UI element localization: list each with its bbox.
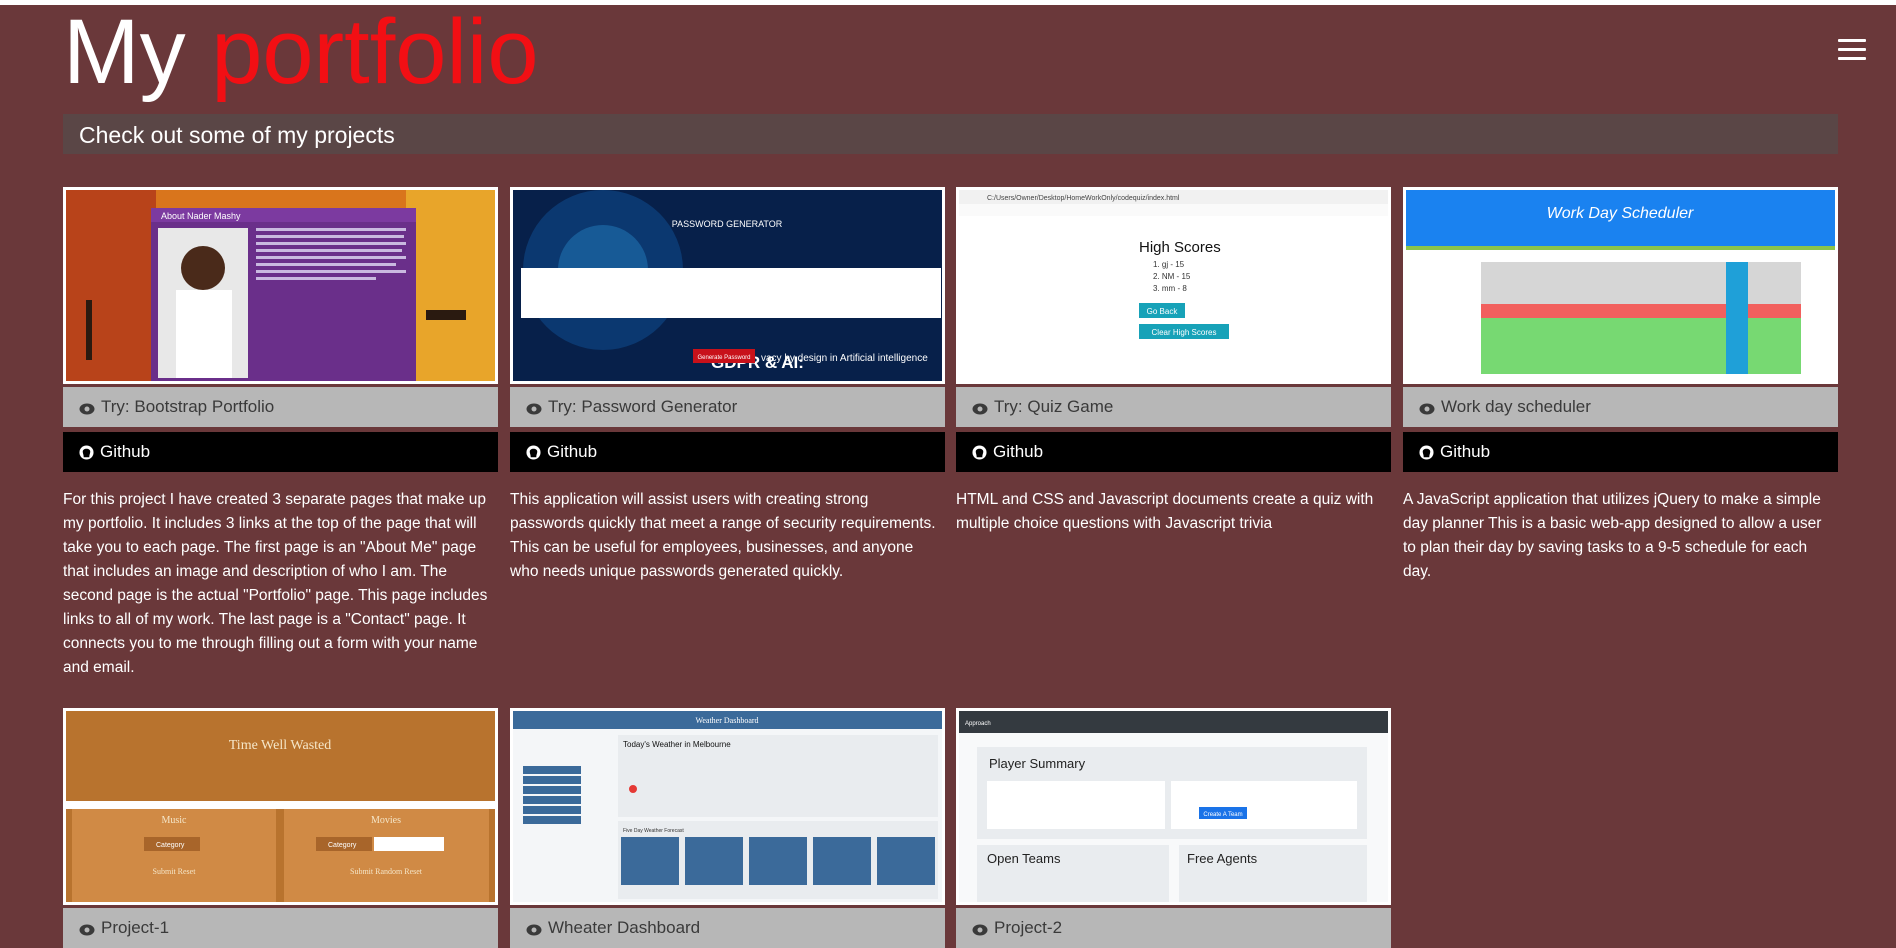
try-label: Wheater Dashboard bbox=[548, 918, 701, 937]
thumb-heading: Player Summary bbox=[989, 756, 1086, 771]
project-thumbnail[interactable]: Work Day Scheduler bbox=[1403, 187, 1838, 384]
project-thumbnail[interactable]: Approach Player Summary Create A Team Op… bbox=[956, 708, 1391, 905]
github-icon bbox=[1419, 445, 1434, 460]
github-button[interactable]: Github bbox=[956, 432, 1391, 472]
score-1: 1. gj - 15 bbox=[1153, 260, 1185, 269]
try-label: Project-1 bbox=[101, 918, 170, 937]
open-teams-thumb: Open Teams bbox=[987, 851, 1061, 866]
eye-icon bbox=[526, 403, 542, 415]
github-button[interactable]: Github bbox=[63, 432, 498, 472]
try-button[interactable]: Try: Password Generator bbox=[510, 387, 945, 427]
github-label: Github bbox=[993, 442, 1044, 461]
github-button[interactable]: Github bbox=[1403, 432, 1838, 472]
github-icon bbox=[972, 445, 987, 460]
try-label: Try: Bootstrap Portfolio bbox=[101, 397, 275, 416]
clear-scores-thumb: Clear High Scores bbox=[1152, 328, 1217, 337]
try-button[interactable]: Wheater Dashboard bbox=[510, 908, 945, 948]
movies-label: Movies bbox=[371, 815, 401, 826]
github-label: Github bbox=[1440, 442, 1491, 461]
thumb-nav: Approach bbox=[965, 721, 991, 727]
thumb-heading: About Nader Mashy bbox=[161, 211, 241, 221]
try-button[interactable]: Work day scheduler bbox=[1403, 387, 1838, 427]
title-word-portfolio: portfolio bbox=[211, 1, 539, 103]
thumb-path: C:/Users/Owner/Desktop/HomeWorkOnly/code… bbox=[987, 195, 1180, 202]
score-3: 3. mm - 8 bbox=[1153, 284, 1187, 293]
subtitle-bar: Check out some of my projects bbox=[63, 114, 1838, 154]
try-button[interactable]: Try: Quiz Game bbox=[956, 387, 1391, 427]
generate-button-thumb: Generate Password bbox=[697, 355, 750, 361]
try-label: Try: Quiz Game bbox=[994, 397, 1114, 416]
weather-screenshot: Weather Dashboard Today's Weather in Mel… bbox=[513, 711, 942, 902]
eye-icon bbox=[526, 924, 542, 936]
project-thumbnail[interactable]: About Nader Mashy bbox=[63, 187, 498, 384]
free-agents-thumb: Free Agents bbox=[1187, 851, 1258, 866]
project-thumbnail[interactable]: Time Well Wasted Music Movies Category C… bbox=[63, 708, 498, 905]
eye-icon bbox=[972, 403, 988, 415]
project1-screenshot: Time Well Wasted Music Movies Category C… bbox=[66, 711, 495, 902]
project-description: A JavaScript application that utilizes j… bbox=[1403, 491, 1822, 580]
try-button[interactable]: Project-2 bbox=[956, 908, 1391, 948]
project-description: This application will assist users with … bbox=[510, 491, 936, 580]
portfolio-screenshot: About Nader Mashy bbox=[66, 190, 495, 381]
github-label: Github bbox=[100, 442, 151, 461]
forecast-title: Five Day Weather Forecast bbox=[623, 828, 684, 834]
project-thumbnail[interactable]: Weather Dashboard Today's Weather in Mel… bbox=[510, 708, 945, 905]
project-thumbnail[interactable]: PASSWORD GENERATOR GDPR & AI: Generate P… bbox=[510, 187, 945, 384]
eye-icon bbox=[972, 924, 988, 936]
try-button[interactable]: Project-1 bbox=[63, 908, 498, 948]
create-team-thumb: Create A Team bbox=[1203, 812, 1242, 818]
weather-city-title: Today's Weather in Melbourne bbox=[623, 740, 731, 749]
movies-buttons: Submit Random Reset bbox=[350, 867, 423, 876]
scheduler-screenshot: Work Day Scheduler bbox=[1406, 190, 1835, 374]
title-word-my: My bbox=[63, 1, 186, 103]
try-label: Try: Password Generator bbox=[548, 397, 738, 416]
try-button[interactable]: Try: Bootstrap Portfolio bbox=[63, 387, 498, 427]
thumb-heading: High Scores bbox=[1139, 239, 1221, 256]
project-description: HTML and CSS and Javascript documents cr… bbox=[956, 491, 1374, 532]
quiz-screenshot: C:/Users/Owner/Desktop/HomeWorkOnly/code… bbox=[959, 190, 1388, 339]
project-thumbnail[interactable]: C:/Users/Owner/Desktop/HomeWorkOnly/code… bbox=[956, 187, 1391, 384]
password-screenshot: PASSWORD GENERATOR GDPR & AI: Generate P… bbox=[513, 190, 942, 381]
thumb-heading: Time Well Wasted bbox=[229, 738, 332, 753]
page-subtitle: Check out some of my projects bbox=[79, 122, 395, 148]
eye-icon bbox=[79, 924, 95, 936]
github-icon bbox=[79, 445, 94, 460]
project2-screenshot: Approach Player Summary Create A Team Op… bbox=[959, 711, 1388, 902]
music-label: Music bbox=[162, 815, 188, 826]
project-description: For this project I have created 3 separa… bbox=[63, 491, 488, 676]
github-label: Github bbox=[547, 442, 598, 461]
github-icon bbox=[526, 445, 541, 460]
movies-category: Category bbox=[328, 842, 357, 849]
thumb-heading: Work Day Scheduler bbox=[1547, 205, 1694, 222]
music-buttons: Submit Reset bbox=[153, 867, 197, 876]
thumb-heading: Weather Dashboard bbox=[695, 716, 758, 725]
thumb-heading: PASSWORD GENERATOR bbox=[672, 219, 783, 229]
thumb-banner-sub: vacy by design in Artificial intelligenc… bbox=[761, 353, 928, 364]
music-category: Category bbox=[156, 842, 185, 849]
try-label: Project-2 bbox=[994, 918, 1063, 937]
score-2: 2. NM - 15 bbox=[1153, 272, 1191, 281]
github-button[interactable]: Github bbox=[510, 432, 945, 472]
menu-icon[interactable] bbox=[1838, 39, 1866, 61]
eye-icon bbox=[79, 403, 95, 415]
try-label: Work day scheduler bbox=[1441, 397, 1591, 416]
page-title: My portfolio bbox=[63, 2, 539, 102]
go-back-thumb: Go Back bbox=[1147, 307, 1179, 316]
eye-icon bbox=[1419, 403, 1435, 415]
